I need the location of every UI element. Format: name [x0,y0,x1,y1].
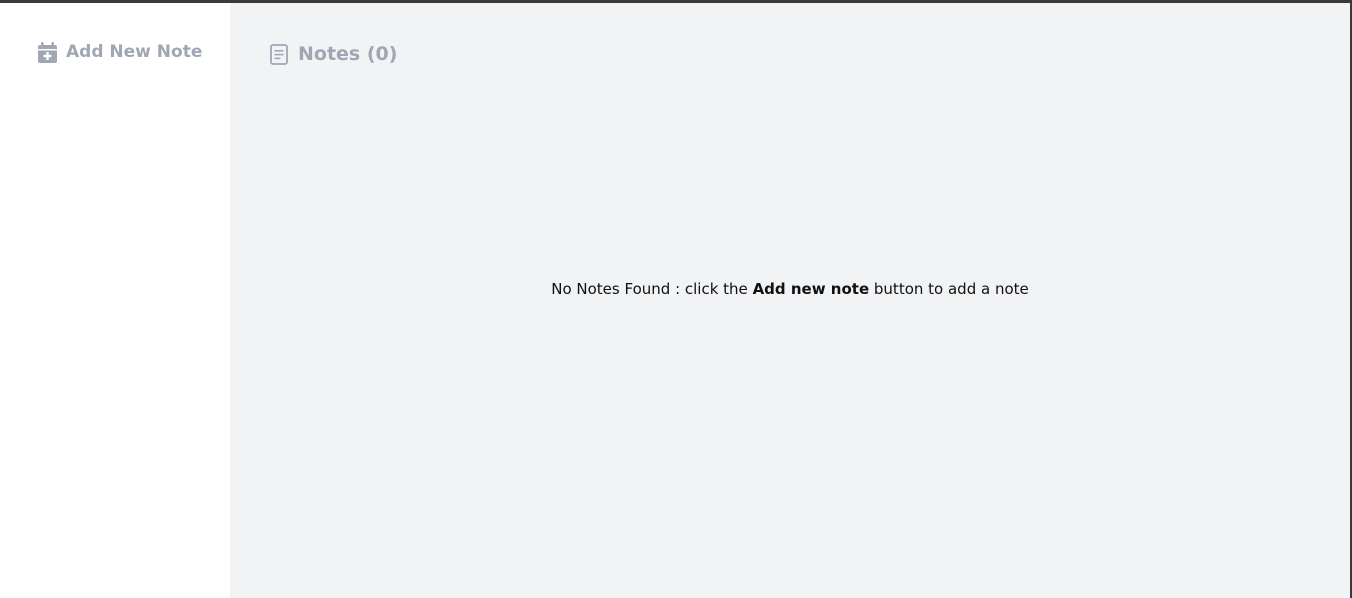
note-icon [270,43,298,65]
add-new-note-button[interactable]: Add New Note [38,40,202,64]
add-new-note-label: Add New Note [66,42,203,62]
calendar-plus-icon [38,41,66,63]
notes-heading-label: Notes [298,43,361,65]
empty-message-highlight: Add new note [752,280,870,298]
notes-count: (0) [366,43,398,65]
empty-message-suffix: button to add a note [869,280,1029,298]
empty-message-prefix: No Notes Found : click the [551,280,753,298]
empty-state-message: No Notes Found : click the Add new note … [230,279,1350,299]
notes-heading: Notes (0) [270,41,397,67]
notes-panel: Notes (0) No Notes Found : click the Add… [230,3,1350,598]
app-layout: Add New Note Notes (0) No Notes Found : … [0,3,1352,598]
sidebar: Add New Note [0,3,230,598]
